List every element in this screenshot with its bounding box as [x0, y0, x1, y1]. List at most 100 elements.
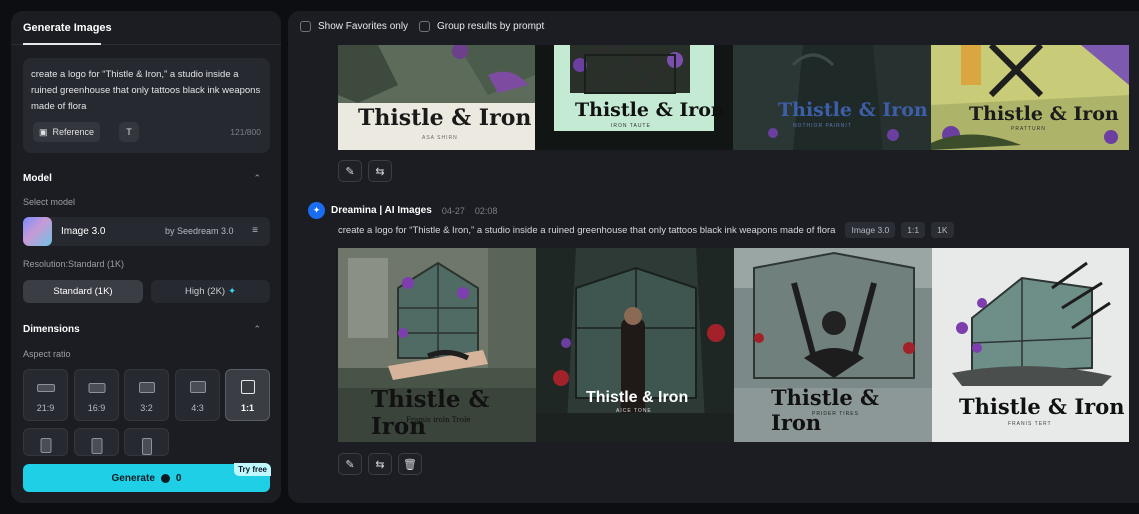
image-add-icon: ▣ — [39, 126, 48, 137]
aspect-shape-icon — [189, 381, 206, 393]
dimensions-section-title: Dimensions — [23, 324, 80, 335]
tab-generate-images[interactable]: Generate Images — [23, 22, 112, 34]
regenerate-button[interactable]: ⇆ — [368, 453, 392, 475]
logo-subtext: ASA SHIRN — [422, 135, 458, 141]
model-chip: Image 3.0 — [845, 222, 896, 238]
reference-button[interactable]: ▣ Reference — [33, 122, 101, 142]
logo-text: Thistle & Iron — [959, 394, 1125, 419]
generation-time: 02:08 — [474, 205, 498, 216]
logo-text: Thistle & Iron — [771, 385, 880, 435]
credit-icon — [160, 473, 170, 483]
group-by-prompt-checkbox[interactable]: Group results by prompt — [419, 21, 544, 32]
result-image[interactable]: Thistle & Iron IRON TAUTE — [535, 45, 733, 150]
resolution-chip: 1K — [931, 222, 954, 238]
logo-subtext: Framis iroln Trole — [406, 416, 471, 424]
generation-prompt-row: create a logo for “Thistle & Iron,” a st… — [338, 222, 954, 238]
logo-subtext: PRATTURN — [1011, 126, 1046, 132]
generation-prompt[interactable]: create a logo for “Thistle & Iron,” a st… — [338, 225, 835, 236]
aspect-3-4[interactable] — [23, 428, 68, 456]
edit-button[interactable]: ✎ — [338, 160, 362, 182]
edit-button[interactable]: ✎ — [338, 453, 362, 475]
aspect-shape-icon — [91, 438, 102, 454]
logo-text: Thistle & Iron — [969, 103, 1119, 125]
aspect-shape-icon — [240, 380, 255, 394]
result-image[interactable]: Thistle & Iron ASA SHIRN — [338, 45, 535, 150]
prompt-input[interactable]: create a logo for “Thistle & Iron,” a st… — [23, 58, 270, 153]
image-art — [931, 45, 1129, 150]
text-format-icon: T — [126, 127, 132, 137]
generate-cost: 0 — [175, 472, 182, 484]
logo-text: Thistle & Iron — [778, 99, 928, 121]
logo-subtext: AICE TONE — [616, 408, 652, 414]
repeat-icon: ⇆ — [375, 458, 385, 471]
aspect-ratio-label: Aspect ratio — [23, 349, 71, 359]
checkbox-icon — [300, 21, 311, 32]
text-format-button[interactable]: T — [119, 122, 139, 142]
generation-date: 04-27 — [441, 205, 465, 216]
aspect-1-1[interactable]: 1:1 — [225, 369, 270, 421]
resolution-standard-label: Standard (1K) — [53, 286, 113, 297]
aspect-shape-icon — [36, 384, 55, 392]
resolution-label: Resolution:Standard (1K) — [23, 259, 125, 269]
chevron-up-icon[interactable]: ⌃ — [253, 173, 261, 184]
show-favorites-label: Show Favorites only — [318, 21, 409, 32]
resolution-high-label: High (2K) — [184, 286, 226, 297]
aspect-label: 4:3 — [191, 403, 204, 413]
generate-button[interactable]: Generate 0 Try free — [23, 463, 271, 492]
logo-text: Thistle & Iron — [586, 389, 689, 406]
ratio-chip: 1:1 — [901, 222, 926, 238]
chevron-up-icon[interactable]: ⌃ — [253, 324, 261, 335]
filter-bar: Show Favorites only Group results by pro… — [288, 11, 1139, 45]
aspect-label: 16:9 — [87, 403, 106, 413]
resolution-standard-button[interactable]: Standard (1K) — [23, 280, 143, 303]
logo-subtext: FRANIS TERT — [1008, 421, 1052, 427]
image-art — [733, 45, 931, 150]
result-image[interactable]: Thistle & Iron NOTHIOR PAIRNIT — [733, 45, 931, 150]
pencil-icon: ✎ — [345, 458, 355, 471]
model-selector[interactable]: Image 3.0 by Seedream 3.0 ≡ — [23, 217, 270, 246]
aspect-label: 1:1 — [240, 403, 254, 413]
char-counter: 121/800 — [230, 127, 261, 137]
aspect-shape-icon — [40, 438, 51, 453]
logo-text: Thistle & Iron — [575, 99, 725, 121]
author-name[interactable]: Dreamina | AI Images — [331, 205, 432, 216]
pencil-icon: ✎ — [345, 165, 355, 178]
delete-button[interactable]: 🗑 — [398, 453, 422, 475]
model-provider: by Seedream 3.0 — [165, 226, 234, 236]
aspect-16-9[interactable]: 16:9 — [74, 369, 119, 421]
generation-header: ✦ Dreamina | AI Images 04-27 02:08 — [308, 202, 497, 219]
model-name: Image 3.0 — [61, 226, 106, 237]
trash-icon: 🗑 — [403, 458, 417, 471]
aspect-shape-icon — [88, 383, 105, 393]
result-image[interactable]: Thistle & Iron Framis iroln Trole — [338, 248, 536, 442]
prompt-text[interactable]: create a logo for “Thistle & Iron,” a st… — [31, 67, 261, 115]
result-image[interactable]: Thistle & Iron PRIDER TIRES — [734, 248, 932, 442]
result-image[interactable]: Thistle & Iron PRATTURN — [931, 45, 1129, 150]
aspect-3-2[interactable]: 3:2 — [124, 369, 169, 421]
sliders-icon[interactable]: ≡ — [252, 225, 258, 236]
result-image[interactable]: Thistle & Iron FRANIS TERT — [932, 248, 1129, 442]
aspect-9-16[interactable] — [124, 428, 169, 456]
panel-tabbar: Generate Images — [11, 11, 281, 45]
results-panel: Thistle & Iron ASA SHIRN Thistle & Iron … — [288, 11, 1139, 503]
result-image[interactable]: Thistle & Iron AICE TONE — [536, 248, 734, 442]
repeat-icon: ⇆ — [375, 165, 385, 178]
sparkle-icon: ✦ — [228, 286, 237, 297]
model-section-title: Model — [23, 173, 52, 184]
avatar: ✦ — [308, 202, 325, 219]
regenerate-button[interactable]: ⇆ — [368, 160, 392, 182]
checkbox-icon — [419, 21, 430, 32]
resolution-high-button[interactable]: High (2K) ✦ — [151, 280, 270, 303]
aspect-shape-icon — [141, 438, 152, 455]
aspect-label: 21:9 — [36, 403, 55, 413]
aspect-4-3[interactable]: 4:3 — [175, 369, 220, 421]
logo-subtext: NOTHIOR PAIRNIT — [793, 123, 852, 129]
aspect-21-9[interactable]: 21:9 — [23, 369, 68, 421]
aspect-2-3[interactable] — [74, 428, 119, 456]
logo-text: Thistle & Iron — [358, 105, 532, 131]
aspect-label: 3:2 — [140, 403, 153, 413]
generate-label: Generate — [111, 472, 155, 484]
image-art — [535, 45, 733, 150]
show-favorites-checkbox[interactable]: Show Favorites only — [300, 21, 408, 32]
generate-panel: Generate Images create a logo for “Thist… — [11, 11, 281, 503]
